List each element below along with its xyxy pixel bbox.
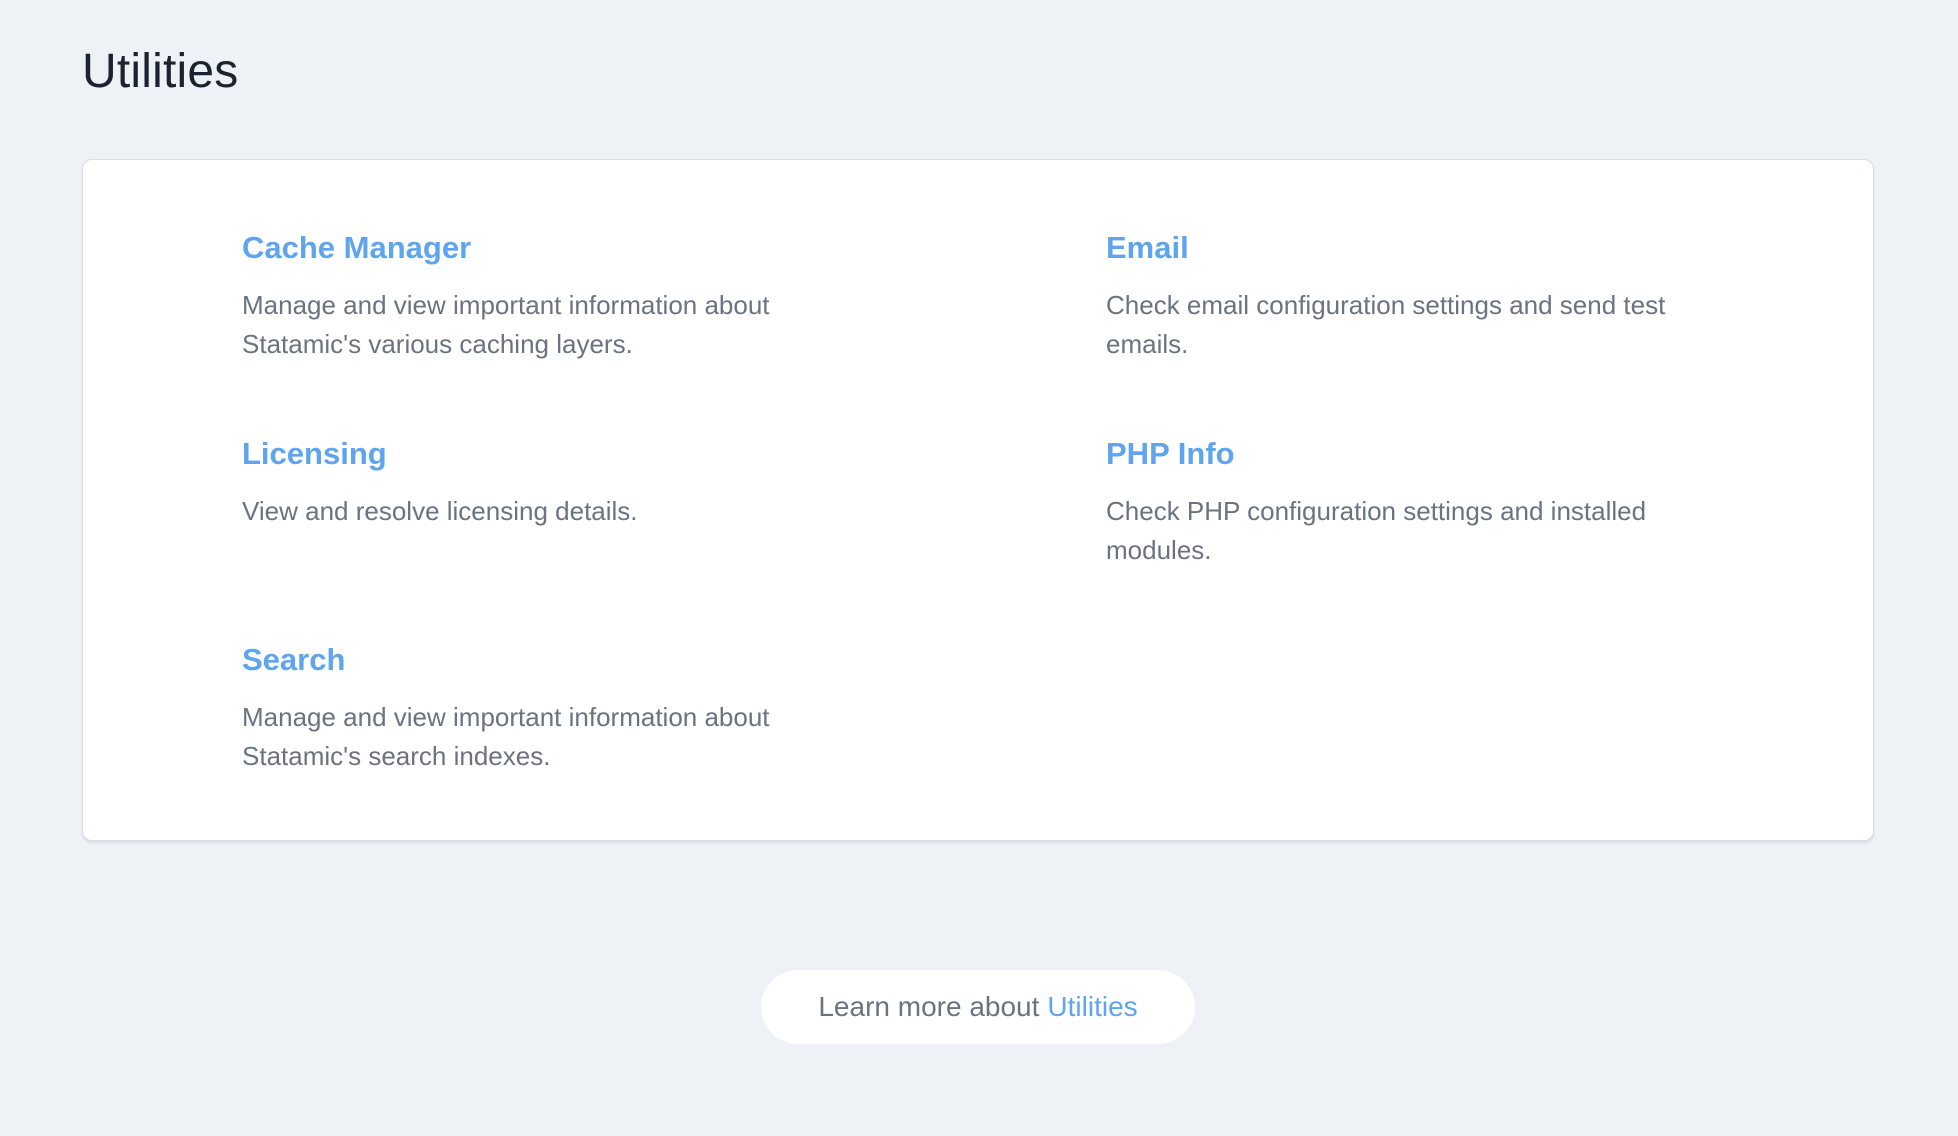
php-info-description: Check PHP configuration settings and ins… <box>1106 492 1706 570</box>
learn-more-utilities-link[interactable]: Utilities <box>1047 991 1137 1023</box>
cache-manager-description: Manage and view important information ab… <box>242 286 842 364</box>
page-title: Utilities <box>82 45 239 98</box>
cache-manager-description-line-2: Statamic's various caching layers. <box>242 329 633 359</box>
licensing-description-line-1: View and resolve licensing details. <box>242 496 638 526</box>
email-description: Check email configuration settings and s… <box>1106 286 1706 364</box>
utility-cache-manager: Cache Manager Manage and view important … <box>242 228 842 364</box>
email-description-line-1: Check email configuration settings and s… <box>1106 290 1666 320</box>
utilities-card: Cache Manager Manage and view important … <box>82 159 1874 841</box>
learn-more-pill: Learn more about Utilities <box>761 970 1195 1044</box>
email-link[interactable]: Email <box>1106 228 1189 268</box>
search-description-line-1: Manage and view important information ab… <box>242 702 770 732</box>
utility-licensing: Licensing View and resolve licensing det… <box>242 434 842 531</box>
utility-php-info: PHP Info Check PHP configuration setting… <box>1106 434 1706 570</box>
licensing-description: View and resolve licensing details. <box>242 492 842 531</box>
utility-search: Search Manage and view important informa… <box>242 640 842 776</box>
php-info-description-line-2: modules. <box>1106 535 1212 565</box>
search-description-line-2: Statamic's search indexes. <box>242 741 551 771</box>
cache-manager-description-line-1: Manage and view important information ab… <box>242 290 770 320</box>
learn-more-prefix: Learn more about <box>818 991 1040 1022</box>
email-description-line-2: emails. <box>1106 329 1189 359</box>
utility-email: Email Check email configuration settings… <box>1106 228 1706 364</box>
licensing-link[interactable]: Licensing <box>242 434 387 474</box>
cache-manager-link[interactable]: Cache Manager <box>242 228 471 268</box>
php-info-description-line-1: Check PHP configuration settings and ins… <box>1106 496 1647 526</box>
search-link[interactable]: Search <box>242 640 345 680</box>
php-info-link[interactable]: PHP Info <box>1106 434 1235 474</box>
search-description: Manage and view important information ab… <box>242 698 842 776</box>
